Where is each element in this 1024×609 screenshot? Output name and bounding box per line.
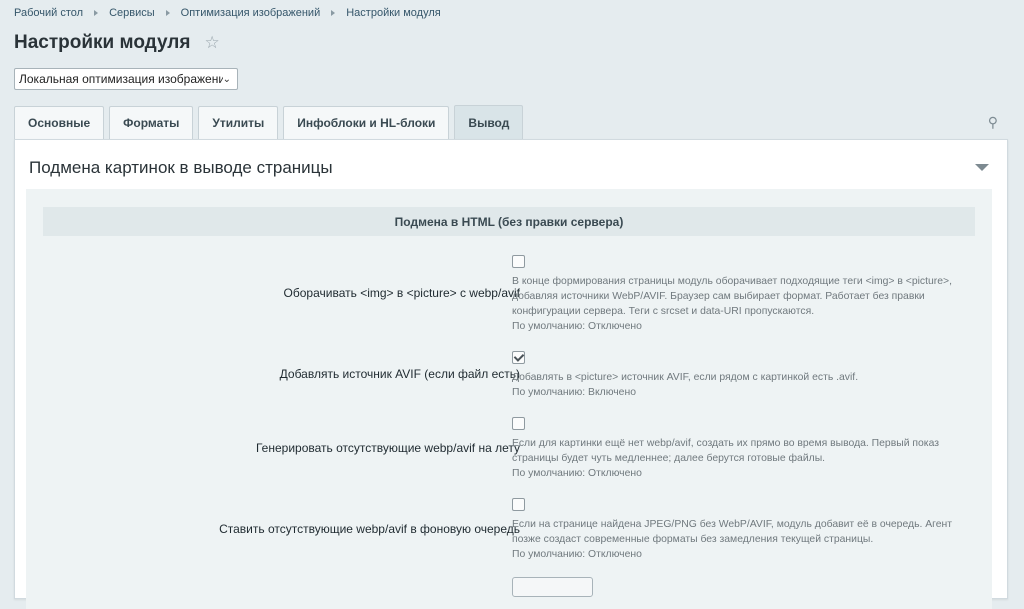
options-area: Подмена в HTML (без правки сервера) Обор… [26, 189, 992, 609]
option-description-text: Если на странице найдена JPEG/PNG без We… [512, 519, 953, 545]
tabs: Основные Форматы Утилиты Инфоблоки и HL-… [14, 105, 528, 139]
breadcrumb-item-services[interactable]: Сервисы [109, 7, 155, 19]
option-description: Если для картинки ещё нет webp/avif, соз… [512, 436, 962, 481]
tab-utilities[interactable]: Утилиты [198, 106, 279, 139]
breadcrumb: Рабочий стол Сервисы Оптимизация изображ… [14, 7, 441, 19]
checkbox-background-queue[interactable] [512, 498, 525, 511]
breadcrumb-separator-icon [331, 10, 336, 16]
panel-title: Подмена картинок в выводе страницы [29, 158, 333, 177]
collapse-icon[interactable] [975, 164, 989, 171]
star-icon[interactable]: ☆ [204, 33, 219, 53]
module-select[interactable]: Локальная оптимизация изображений ⌄ [14, 68, 238, 90]
tab-iblocks[interactable]: Инфоблоки и HL-блоки [283, 106, 450, 139]
option-background-queue: Если на странице найдена JPEG/PNG без We… [512, 498, 962, 562]
option-generate-on-fly: Если для картинки ещё нет webp/avif, соз… [512, 417, 962, 481]
breadcrumb-separator-icon [165, 10, 170, 16]
pin-icon[interactable]: ⚲ [988, 114, 998, 131]
breadcrumb-item-desktop[interactable]: Рабочий стол [14, 7, 83, 19]
option-description-text: Если для картинки ещё нет webp/avif, соз… [512, 438, 939, 464]
chevron-down-icon: ⌄ [222, 73, 231, 85]
checkbox-generate-on-fly[interactable] [512, 417, 525, 430]
settings-panel: Подмена картинок в выводе страницы Подме… [14, 139, 1008, 609]
breadcrumb-item-module-settings[interactable]: Настройки модуля [346, 7, 440, 19]
breadcrumb-item-image-optimization[interactable]: Оптимизация изображений [181, 7, 321, 19]
tab-output[interactable]: Вывод [454, 105, 524, 139]
option-description: Если на странице найдена JPEG/PNG без We… [512, 517, 962, 562]
section-heading: Подмена в HTML (без правки сервера) [43, 207, 975, 236]
option-default: По умолчанию: Отключено [512, 468, 642, 479]
checkbox-avif-source[interactable] [512, 351, 525, 364]
option-label-wrap-picture: Оборачивать <img> в <picture> с webp/avi… [283, 286, 520, 300]
option-description-text: Добавлять в <picture> источник AVIF, есл… [512, 372, 859, 383]
tab-basic[interactable]: Основные [14, 106, 105, 139]
page-title-row: Настройки модуля ☆ [14, 32, 220, 54]
checkbox-wrap-picture[interactable] [512, 255, 525, 268]
option-label-avif-source: Добавлять источник AVIF (если файл есть) [279, 367, 520, 381]
breadcrumb-separator-icon [94, 10, 99, 16]
option-label-generate-on-fly: Генерировать отсутствующие webp/avif на … [255, 441, 520, 455]
option-description-text: В конце формирования страницы модуль обо… [512, 276, 952, 317]
option-avif-source: Добавлять в <picture> источник AVIF, есл… [512, 351, 962, 400]
option-wrap-picture: В конце формирования страницы модуль обо… [512, 255, 962, 334]
partial-button[interactable] [512, 577, 593, 597]
module-select-value: Локальная оптимизация изображений [19, 72, 223, 86]
option-default: По умолчанию: Включено [512, 387, 636, 398]
page-title: Настройки модуля [14, 32, 191, 53]
option-default: По умолчанию: Отключено [512, 321, 642, 332]
option-description: В конце формирования страницы модуль обо… [512, 274, 962, 334]
tab-formats[interactable]: Форматы [109, 106, 194, 139]
option-default: По умолчанию: Отключено [512, 549, 642, 560]
option-description: Добавлять в <picture> источник AVIF, есл… [512, 370, 962, 400]
option-label-background-queue: Ставить отсутствующие webp/avif в фонову… [219, 522, 520, 536]
